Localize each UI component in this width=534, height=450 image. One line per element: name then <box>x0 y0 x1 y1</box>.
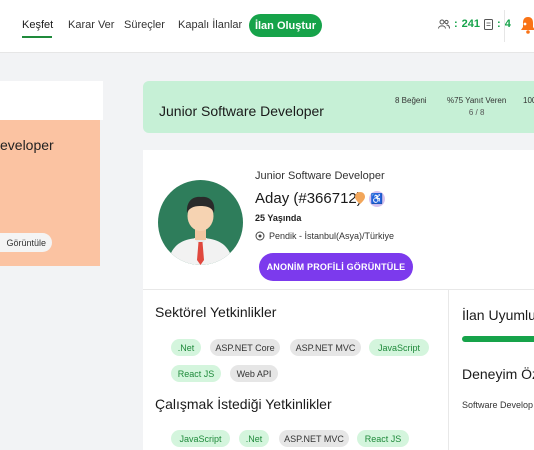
notification-bell-icon[interactable] <box>520 16 534 34</box>
job-title: Junior Software Developer <box>159 103 324 119</box>
nav-surecler[interactable]: Süreçler <box>124 19 165 31</box>
skill-tag: .Net <box>239 430 269 447</box>
create-listing-button[interactable]: İlan Oluştur <box>249 14 322 37</box>
active-nav-indicator <box>22 36 52 38</box>
skill-tag: .Net <box>171 339 201 356</box>
left-panel-header <box>0 81 103 120</box>
response-stat: %75 Yanıt Veren 6 / 8 <box>447 96 506 117</box>
documents-count: 4 <box>504 18 511 30</box>
nav-karar-ver[interactable]: Karar Ver <box>68 19 114 31</box>
candidate-card: Junior Software Developer Aday (#366712)… <box>143 150 534 450</box>
candidate-age: 25 Yaşında <box>255 213 302 223</box>
desired-skills-title: Çalışmak İstediği Yetkinlikler <box>155 396 332 412</box>
account-stats[interactable]: :241 :4 <box>438 18 511 30</box>
column-divider <box>448 290 449 450</box>
third-stat: 100 <box>523 96 534 105</box>
skill-tag: ASP.NET MVC <box>279 430 349 447</box>
nav-divider <box>504 10 505 42</box>
response-sub: 6 / 8 <box>468 108 485 117</box>
skill-tag: Web API <box>230 365 278 382</box>
skill-tag: ASP.NET Core <box>210 339 280 356</box>
users-count: 241 <box>461 18 481 30</box>
job-header: Junior Software Developer 8 Beğeni %75 Y… <box>143 81 534 133</box>
candidate-location: Pendik - İstanbul(Asya)/Türkiye <box>269 231 395 241</box>
top-navigation: Keşfet Karar Ver Süreçler Kapalı İlanlar… <box>0 0 534 53</box>
candidate-role: Junior Software Developer <box>255 170 385 182</box>
left-card-title: eveloper <box>0 137 54 153</box>
view-anonymous-profile-button[interactable]: ANONİM PROFİLİ GÖRÜNTÜLE <box>259 253 413 281</box>
sectoral-skills-title: Sektörel Yetkinlikler <box>155 304 277 320</box>
section-divider <box>143 289 534 290</box>
users-icon <box>438 19 450 29</box>
listing-fit-title: İlan Uyumlu <box>462 307 534 323</box>
likes-stat: 8 Beğeni <box>395 96 427 105</box>
candidate-name: Aday (#366712) <box>255 190 362 207</box>
response-label: %75 Yanıt Veren <box>447 96 507 105</box>
nav-kesfet[interactable]: Keşfet <box>22 19 53 31</box>
skill-tag: React JS <box>357 430 409 447</box>
location-pin-badge-icon <box>355 192 365 204</box>
candidate-avatar <box>158 180 243 265</box>
fit-progress-bar <box>462 336 534 342</box>
skill-tag: ASP.NET MVC <box>290 339 361 356</box>
experience-item: Software Develop <box>462 400 534 410</box>
skill-tag: React JS <box>171 365 221 382</box>
skill-tag: JavaScript <box>369 339 429 356</box>
nav-kapali-ilanlar[interactable]: Kapalı İlanlar <box>178 19 242 31</box>
document-icon <box>484 18 494 30</box>
experience-summary-title: Deneyim Öz <box>462 366 534 382</box>
accessibility-badge-icon: ♿ <box>369 191 385 207</box>
location-icon <box>255 231 265 241</box>
left-view-button[interactable]: Görüntüle <box>0 233 52 252</box>
skill-tag: JavaScript <box>171 430 230 447</box>
